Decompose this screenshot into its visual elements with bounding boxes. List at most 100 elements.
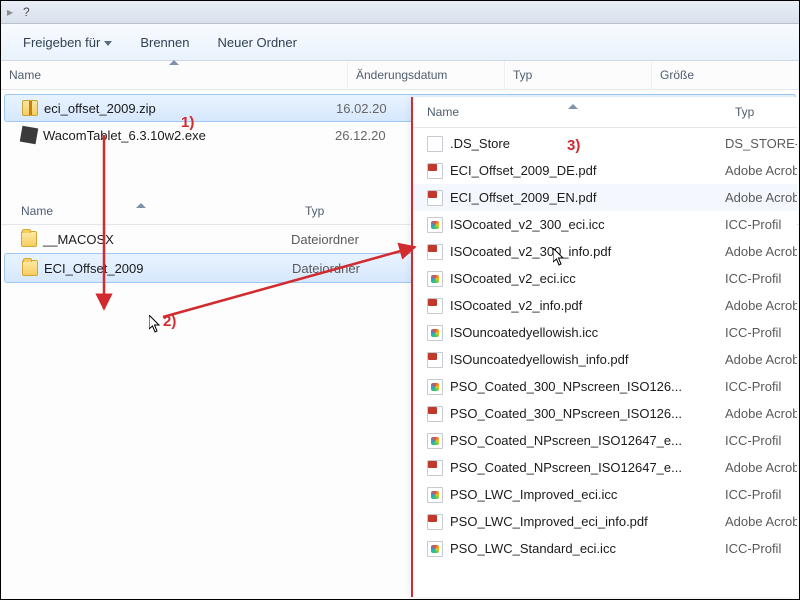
column-header-date[interactable]: Änderungsdatum [348,61,505,89]
file-type: Adobe Acrob [725,460,797,475]
folder-icon [21,231,37,247]
file-row[interactable]: .DS_Store DS_STORE-Da [413,130,797,157]
file-name: PSO_LWC_Improved_eci_info.pdf [450,514,648,529]
explorer-toolbar: Freigeben für Brennen Neuer Ordner [1,24,799,61]
pdf-icon [427,244,443,260]
file-name: PSO_Coated_NPscreen_ISO12647_e... [450,460,682,475]
column-header-size[interactable]: Größe [652,61,799,89]
file-type: ICC-Profil [725,379,797,394]
file-row[interactable]: ECI_Offset_2009_EN.pdf Adobe Acrob [413,184,797,211]
sort-ascending-icon [169,60,179,65]
pdf-icon [427,460,443,476]
file-row[interactable]: ISOcoated_v2_300_info.pdf Adobe Acrob [413,238,797,265]
file-row[interactable]: ISOcoated_v2_info.pdf Adobe Acrob [413,292,797,319]
file-name: ISOuncoatedyellowish.icc [450,325,598,340]
folder-name: __MACOSX [43,232,114,247]
file-row[interactable]: PSO_Coated_300_NPscreen_ISO126... Adobe A… [413,400,797,427]
file-type: ICC-Profil [725,217,797,232]
right-column-name-label: Name [427,105,459,119]
file-type: Adobe Acrob [725,406,797,421]
pdf-icon [427,298,443,314]
file-row[interactable]: ISOcoated_v2_eci.icc ICC-Profil [413,265,797,292]
file-name: PSO_Coated_300_NPscreen_ISO126... [450,406,682,421]
file-type: Adobe Acrob [725,298,797,313]
right-column-type[interactable]: Typ [727,105,797,119]
title-separator-icon: ▸ [7,5,13,19]
column-header-name[interactable]: Name [1,61,348,89]
sub-column-name[interactable]: Name [1,204,305,218]
file-row[interactable]: PSO_LWC_Standard_eci.icc ICC-Profil [413,535,797,562]
share-button[interactable]: Freigeben für [23,35,112,50]
file-row[interactable]: ISOuncoatedyellowish.icc ICC-Profil [413,319,797,346]
file-type: ICC-Profil [725,487,797,502]
file-row[interactable]: PSO_LWC_Improved_eci_info.pdf Adobe Acrob [413,508,797,535]
column-header-type[interactable]: Typ [505,61,652,89]
icc-icon [427,541,443,557]
file-name: .DS_Store [450,136,510,151]
file-type: ICC-Profil [725,325,797,340]
pdf-icon [427,190,443,206]
icc-icon [427,433,443,449]
file-type: Adobe Acrob [725,190,797,205]
explorer-window: ▸ ? Freigeben für Brennen Neuer Ordner N… [0,0,800,600]
file-name: ISOcoated_v2_eci.icc [450,271,576,286]
icc-icon [427,487,443,503]
file-name: WacomTablet_6.3.10w2.exe [43,128,206,143]
file-type: ICC-Profil [725,541,797,556]
burn-button[interactable]: Brennen [140,35,189,50]
file-row[interactable]: ISOuncoatedyellowish_info.pdfAdobe Acrob [413,346,797,373]
file-row[interactable]: PSO_Coated_NPscreen_ISO12647_e... ICC-Pro… [413,427,797,454]
new-folder-button[interactable]: Neuer Ordner [217,35,296,50]
file-name: PSO_Coated_NPscreen_ISO12647_e... [450,433,682,448]
right-column-name[interactable]: Name [413,105,727,119]
pdf-icon [427,163,443,179]
icc-icon [427,325,443,341]
file-name: eci_offset_2009.zip [44,101,156,116]
file-type: ICC-Profil [725,271,797,286]
exe-icon [20,126,39,145]
file-type: DS_STORE-Da [725,136,797,151]
sub-column-name-label: Name [21,204,53,218]
file-type: Adobe Acrob [725,514,797,529]
folder-icon [22,260,38,276]
file-row[interactable]: PSO_Coated_NPscreen_ISO12647_e... Adobe A… [413,454,797,481]
title-fragment: ? [23,5,30,19]
file-row[interactable]: PSO_Coated_300_NPscreen_ISO126... ICC-Pro… [413,373,797,400]
folder-name: ECI_Offset_2009 [44,261,144,276]
pdf-icon [427,514,443,530]
file-name: ISOcoated_v2_300_eci.icc [450,217,605,232]
right-column-header: Name Typ [413,97,797,128]
pdf-icon [427,406,443,422]
icc-icon [427,379,443,395]
right-file-list: .DS_Store DS_STORE-Da ECI_Offset_2009_DE.p… [413,128,797,562]
file-type: ICC-Profil [725,433,797,448]
file-name: PSO_Coated_300_NPscreen_ISO126... [450,379,682,394]
column-header-type-label: Typ [513,68,532,82]
new-folder-button-label: Neuer Ordner [217,35,296,50]
file-name: PSO_LWC_Standard_eci.icc [450,541,616,556]
column-header-name-label: Name [9,68,41,82]
burn-button-label: Brennen [140,35,189,50]
right-detail-pane: Name Typ .DS_Store DS_STORE-Da ECI_Offset_… [411,97,797,597]
file-name: ECI_Offset_2009_DE.pdf [450,163,596,178]
file-row[interactable]: ISOcoated_v2_300_eci.icc ICC-Profil [413,211,797,238]
file-name: ECI_Offset_2009_EN.pdf [450,190,596,205]
window-titlebar: ▸ ? [1,1,799,24]
sub-column-type-label: Typ [305,204,324,218]
column-header-row: Name Änderungsdatum Typ Größe [1,61,799,90]
file-name: ISOcoated_v2_300_info.pdf [450,244,611,259]
icc-icon [427,271,443,287]
file-name: ISOuncoatedyellowish_info.pdf [450,352,629,367]
sort-ascending-icon [568,104,578,109]
column-header-date-label: Änderungsdatum [356,68,447,82]
cursor-icon [149,315,161,333]
annotation-step-2: 2) [163,313,176,330]
file-type: Adobe Acrob [725,244,797,259]
zip-icon [22,100,38,116]
file-row[interactable]: ECI_Offset_2009_DE.pdfAdobe Acrob [413,157,797,184]
chevron-down-icon [104,41,112,46]
pdf-icon [427,352,443,368]
file-name: ISOcoated_v2_info.pdf [450,298,582,313]
icc-icon [427,217,443,233]
file-row[interactable]: PSO_LWC_Improved_eci.iccICC-Profil [413,481,797,508]
